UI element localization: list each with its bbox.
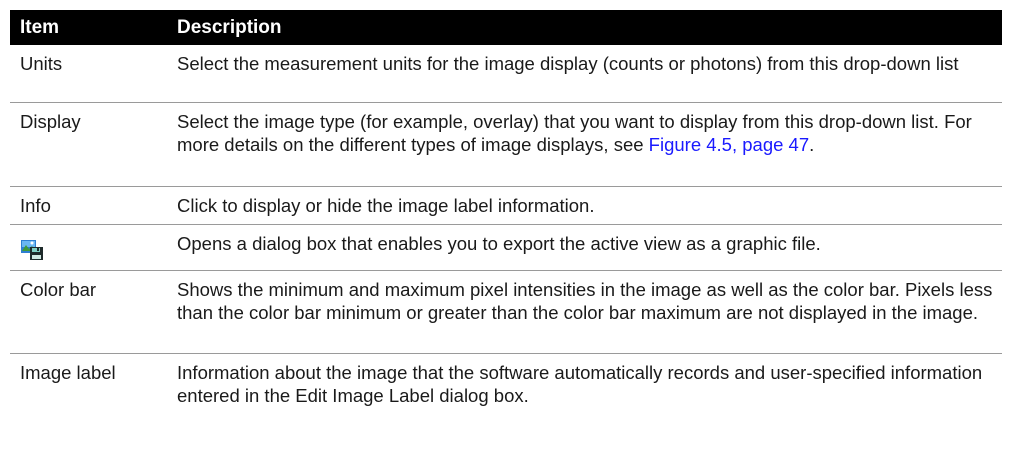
row-item-display: Display <box>20 111 81 132</box>
export-image-icon <box>21 240 43 260</box>
row-description-units: Select the measurement units for the ima… <box>177 53 959 74</box>
table-row: Color bar Shows the minimum and maximum … <box>10 271 1002 354</box>
description-table: Item Description Units Select the measur… <box>10 10 1002 413</box>
row-item-units: Units <box>20 53 63 74</box>
row-description-info: Click to display or hide the image label… <box>177 195 595 216</box>
table-row: Units Select the measurement units for t… <box>10 45 1002 103</box>
display-description-end: . <box>809 134 815 155</box>
row-item-info: Info <box>20 195 51 216</box>
row-item-image-label: Image label <box>20 362 116 383</box>
table-row: Image label Information about the image … <box>10 354 1002 413</box>
table-row: Info Click to display or hide the image … <box>10 187 1002 225</box>
table-row: Display Select the image type (for examp… <box>10 103 1002 187</box>
display-description-text: Select the image type (for example, over… <box>177 111 972 155</box>
row-description-export: Opens a dialog box that enables you to e… <box>177 233 821 254</box>
row-description-display: Select the image type (for example, over… <box>177 103 1002 186</box>
header-item: Item <box>20 17 60 38</box>
row-item-export <box>10 225 177 270</box>
row-item-color-bar: Color bar <box>20 279 97 300</box>
header-description: Description <box>177 17 282 38</box>
row-description-image-label: Information about the image that the sof… <box>177 362 983 406</box>
figure-link[interactable]: Figure 4.5, page 47 <box>649 134 809 155</box>
row-description-color-bar: Shows the minimum and maximum pixel inte… <box>177 279 993 323</box>
table-row: Opens a dialog box that enables you to e… <box>10 225 1002 271</box>
table-header: Item Description <box>10 10 1002 45</box>
